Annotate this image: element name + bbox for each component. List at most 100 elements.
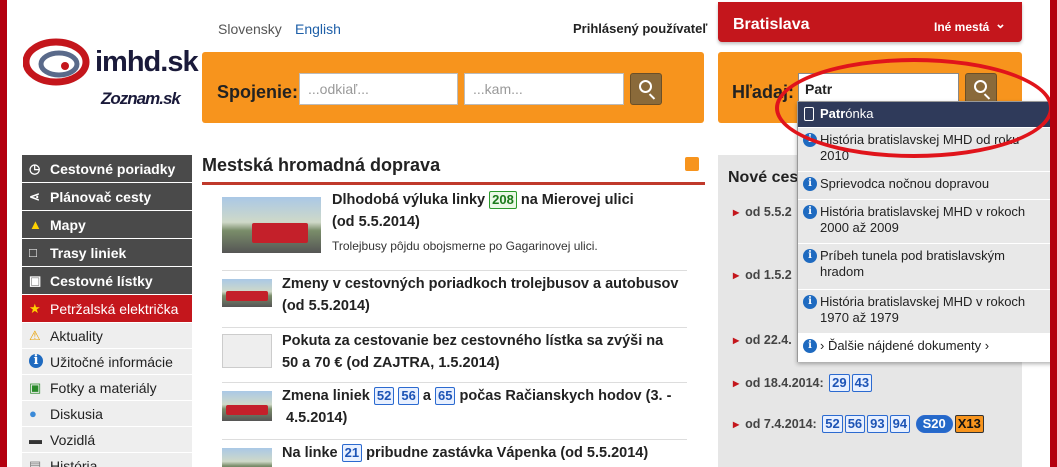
bus-image <box>252 223 308 243</box>
to-input[interactable]: ...kam... <box>464 73 624 105</box>
list-item[interactable]: Zmena liniek 52 56 a 65 počas Račianskyc… <box>222 383 687 440</box>
imhd-logo[interactable]: imhd.sk Zoznam.sk <box>23 36 199 116</box>
news-title-part: pribudne zastávka Vápenka (od 5.5.2014) <box>366 445 649 461</box>
timetable-item[interactable]: ▶ od 5.5.2 <box>733 205 792 219</box>
timetable-item[interactable]: ▶ od 22.4. <box>733 333 792 347</box>
line-badge[interactable]: 94 <box>889 415 911 433</box>
more-results[interactable]: i › Ďalšie nájdené dokumenty › <box>798 334 1050 362</box>
search-label: Hľadaj: <box>732 82 794 102</box>
photo-icon: ▣ <box>29 380 42 395</box>
sidebar-item-label: Cestovné poriadky <box>50 161 176 177</box>
news-thumbnail <box>222 197 321 253</box>
timetable-date: od 7.4.2014: <box>745 417 817 431</box>
sidebar-item-info[interactable]: i Užitočné informácie <box>22 349 192 375</box>
panel-title: Nové cest <box>728 169 804 186</box>
search-icon <box>639 80 652 93</box>
news-title-part: (od 5.5.2014) <box>282 298 370 314</box>
list-item[interactable]: Dlhodobá výluka linky 208 na Mierovej ul… <box>222 189 687 271</box>
other-cities-link[interactable]: Iné mestá <box>934 20 989 34</box>
connection-box: Spojenie: ...odkiaľ... ...kam... <box>202 52 704 123</box>
suggestion-item[interactable]: i História bratislavskej MHD od roku 2010 <box>798 128 1050 172</box>
suggestion-rest: ónka <box>845 106 874 121</box>
news-title-part: Zmeny v cestovných poriadkoch trolejbuso… <box>282 276 679 292</box>
warning-icon: ⚠ <box>29 328 41 343</box>
sidebar-item-history[interactable]: ▤ História <box>22 453 192 467</box>
timetable-date: od 1.5.2 <box>745 268 792 282</box>
triangle-icon: ▶ <box>733 336 740 346</box>
news-title-part: Dlhodobá výluka linky <box>332 192 486 208</box>
logged-user-link[interactable]: Prihlásený používateľ <box>573 21 707 36</box>
list-item[interactable]: Pokuta za cestovanie bez cestovného líst… <box>222 328 687 383</box>
list-item[interactable]: Zmeny v cestovných poriadkoch trolejbuso… <box>222 271 687 328</box>
suggestion-item[interactable]: i Sprievodca nočnou dopravou <box>798 172 1050 200</box>
line-badge[interactable]: 56 <box>844 415 866 433</box>
map-icon: ▲ <box>29 217 42 232</box>
line-badge[interactable]: 52 <box>822 415 843 433</box>
suggestion-text: Sprievodca nočnou dopravou <box>820 176 990 191</box>
line-badge[interactable]: 52 <box>373 387 395 405</box>
list-item[interactable]: Na linke 21 pribudne zastávka Vápenka (o… <box>222 440 687 467</box>
bus-stop-icon <box>804 107 814 121</box>
news-title: Zmeny v cestovných poriadkoch trolejbuso… <box>282 273 678 317</box>
news-title: Dlhodobá výluka linky 208 na Mierovej ul… <box>332 189 634 233</box>
connection-search-button[interactable] <box>630 73 662 105</box>
news-title-part: Pokuta za cestovanie bez cestovného líst… <box>282 333 664 349</box>
sidebar-item-tickets[interactable]: ▣ Cestovné lístky <box>22 267 192 294</box>
line-badge[interactable]: 93 <box>867 415 888 433</box>
sidebar-item-maps[interactable]: ▲ Mapy <box>22 211 192 238</box>
suggestion-item[interactable]: i História bratislavskej MHD v rokoch 200… <box>798 200 1050 244</box>
sidebar-item-news[interactable]: ⚠ Aktuality <box>22 323 192 349</box>
sidebar: ◷ Cestovné poriadky ⋖ Plánovač cesty ▲ Mapy… <box>22 155 192 467</box>
rss-icon[interactable] <box>685 157 699 171</box>
lang-english[interactable]: English <box>295 21 341 37</box>
chevron-down-icon[interactable]: ⌄ <box>995 16 1006 32</box>
speech-icon: ● <box>29 406 37 421</box>
sidebar-item-discussion[interactable]: ● Diskusia <box>22 401 192 427</box>
timetable-item[interactable]: ▶ od 7.4.2014: 52 56 93 94 S20 X13 <box>733 415 984 433</box>
page-title: Mestská hromadná doprava <box>202 155 705 185</box>
timetable-date: od 22.4. <box>745 333 792 347</box>
suggestion-text: História bratislavskej MHD od roku 2010 <box>820 132 1020 163</box>
news-title-part: na Mierovej ulici <box>520 192 634 208</box>
sidebar-item-vehicles[interactable]: ▬ Vozidlá <box>22 427 192 453</box>
sidebar-item-label: Aktuality <box>50 328 103 344</box>
triangle-icon: ▶ <box>733 271 740 281</box>
sidebar-item-photos[interactable]: ▣ Fotky a materiály <box>22 375 192 401</box>
sidebar-item-tram[interactable]: ★ Petržalská električka <box>22 295 192 322</box>
history-icon: ▤ <box>29 458 42 467</box>
timetable-item[interactable]: ▶ od 1.5.2 <box>733 268 792 282</box>
suggestion-text: História bratislavskej MHD v rokoch 1970… <box>820 294 1026 325</box>
line-badge[interactable]: 43 <box>851 374 873 392</box>
info-icon: i <box>803 339 817 353</box>
suggestion-item[interactable]: Patrónka <box>798 102 1050 128</box>
triangle-icon: ▶ <box>733 420 740 430</box>
news-thumbnail <box>222 391 272 421</box>
from-input[interactable]: ...odkiaľ... <box>299 73 458 105</box>
news-title-part: Na linke <box>282 445 338 461</box>
line-badge[interactable]: 21 <box>341 444 363 462</box>
news-thumbnail <box>222 279 272 307</box>
suggestion-item[interactable]: i História bratislavskej MHD v rokoch 197… <box>798 290 1050 334</box>
news-thumbnail <box>222 448 272 467</box>
sidebar-item-label: História <box>50 458 98 467</box>
sidebar-item-routes[interactable]: □ Trasy liniek <box>22 239 192 266</box>
line-badge[interactable]: S20 <box>915 415 953 433</box>
info-icon: i <box>803 295 817 309</box>
info-icon: i <box>803 133 817 147</box>
sidebar-item-planner[interactable]: ⋖ Plánovač cesty <box>22 183 192 210</box>
suggestion-item[interactable]: i Príbeh tunela pod bratislavským hradom <box>798 244 1050 290</box>
line-badge[interactable]: 56 <box>398 387 419 405</box>
lang-slovensky[interactable]: Slovensky <box>218 21 282 37</box>
line-badge[interactable]: 208 <box>489 191 517 209</box>
suggestion-match: Patr <box>820 106 846 121</box>
city-name: Bratislava <box>733 16 810 33</box>
sidebar-item-timetables[interactable]: ◷ Cestovné poriadky <box>22 155 192 182</box>
info-icon: i <box>29 354 43 368</box>
zoznam-logo[interactable]: Zoznam.sk <box>101 89 181 109</box>
line-badge[interactable]: 65 <box>434 387 456 405</box>
search-suggestions: Patrónka i História bratislavskej MHD od … <box>797 101 1050 362</box>
line-badge[interactable]: X13 <box>954 415 984 433</box>
timetable-item[interactable]: ▶ od 18.4.2014: 29 43 <box>733 374 873 392</box>
line-badge[interactable]: 29 <box>829 374 850 392</box>
bus-image <box>226 291 268 301</box>
